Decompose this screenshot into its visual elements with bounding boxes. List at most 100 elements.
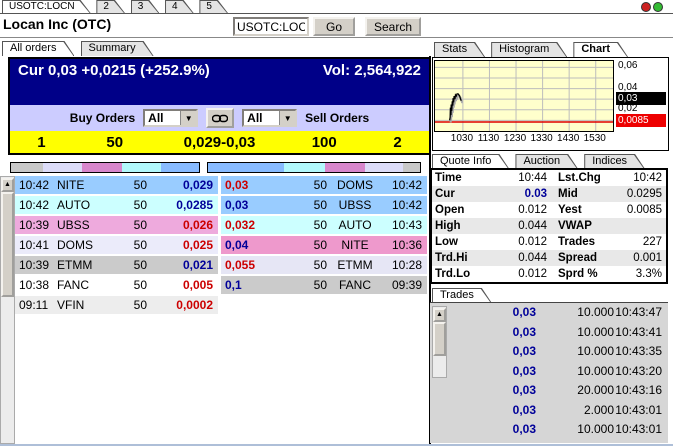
current-price-text: Cur 0,03 +0,0215 (+252.9%) xyxy=(18,62,210,105)
tab-summary[interactable]: Summary xyxy=(81,41,154,56)
bid-row[interactable]: 10:39ETMM500,021 xyxy=(14,256,218,274)
tab-histogram[interactable]: Histogram xyxy=(491,42,567,57)
sell-orders-label: Sell Orders xyxy=(305,111,369,125)
ask-row[interactable]: 0,150FANC09:39 xyxy=(221,276,427,294)
market-maker: DOMS xyxy=(57,236,109,254)
quote-label: Low xyxy=(432,234,485,250)
bid-row[interactable]: 09:11VFIN500,0002 xyxy=(14,296,218,314)
symbol-tab-5[interactable]: 5 xyxy=(199,0,228,13)
trades-list: 0,0310.00010:43:470,0310.00010:43:410,03… xyxy=(430,302,668,443)
scrollbar-thumb[interactable] xyxy=(433,322,446,356)
quote-info-row: Open0.012Yest0.0085 xyxy=(432,202,666,218)
bid-row[interactable]: 10:42AUTO500,0285 xyxy=(14,196,218,214)
quote-info-row: Low0.012Trades227 xyxy=(432,234,666,250)
bid-price: 0,005 xyxy=(161,276,218,294)
ask-row[interactable]: 0,05550ETMM10:28 xyxy=(221,256,427,274)
quote-label: Trd.Hi xyxy=(432,250,485,266)
best-prices: 0,029-0,03 xyxy=(157,134,283,151)
bid-row[interactable]: 10:38FANC500,005 xyxy=(14,276,218,294)
quote-value: 0.012 xyxy=(485,266,555,282)
bid-row[interactable]: 10:42NITE500,029 xyxy=(14,176,218,194)
volume-text: Vol: 2,564,922 xyxy=(323,62,421,105)
ask-time: 10:36 xyxy=(378,236,427,254)
depth-segment xyxy=(43,163,82,172)
bid-time: 10:42 xyxy=(14,196,57,214)
ask-size: 50 xyxy=(277,176,332,194)
trade-time: 10:43:01 xyxy=(614,401,668,421)
tab-indices[interactable]: Indices xyxy=(584,154,645,169)
bid-time: 10:39 xyxy=(14,216,57,234)
bid-price: 0,021 xyxy=(161,256,218,274)
trade-price: 0,03 xyxy=(450,323,536,343)
tab-auction[interactable]: Auction xyxy=(515,154,578,169)
market-maker: UBSS xyxy=(57,216,109,234)
bid-time: 10:41 xyxy=(14,236,57,254)
quote-value: 0.044 xyxy=(485,250,555,266)
symbol-tab-1[interactable]: USOTC:LOCN xyxy=(2,0,91,13)
ask-price: 0,03 xyxy=(221,196,277,214)
ask-row[interactable]: 0,0450NITE10:36 xyxy=(221,236,427,254)
trade-size: 20.000 xyxy=(536,381,614,401)
depth-segment xyxy=(365,163,403,172)
tab-trades[interactable]: Trades xyxy=(432,288,492,303)
trade-price: 0,03 xyxy=(450,342,536,362)
chart-plot-area xyxy=(434,60,614,132)
tab-stats[interactable]: Stats xyxy=(434,42,485,57)
y-tick-label: 0,06 xyxy=(618,60,637,71)
ask-row[interactable]: 0,03250AUTO10:43 xyxy=(221,216,427,234)
quote-value xyxy=(610,218,666,234)
bid-row[interactable]: 10:39UBSS500,026 xyxy=(14,216,218,234)
bid-time: 09:11 xyxy=(14,296,57,314)
chevron-down-icon[interactable]: ▼ xyxy=(279,111,295,125)
sell-depth-bar xyxy=(207,162,421,173)
link-panes-button[interactable] xyxy=(206,108,234,128)
quote-info-table: Time10:44Lst.Chg10:42Cur0.03Mid0.0295Ope… xyxy=(430,168,668,284)
scrollbar-thumb[interactable] xyxy=(1,192,14,297)
ask-time: 10:42 xyxy=(378,176,427,194)
chevron-down-icon[interactable]: ▼ xyxy=(180,111,196,125)
buy-filter-select[interactable]: All ▼ xyxy=(143,109,198,127)
search-button[interactable]: Search xyxy=(365,17,421,36)
buy-orders-label: Buy Orders xyxy=(70,111,135,125)
tab-all-orders[interactable]: All orders xyxy=(2,41,74,56)
book-scrollbar[interactable]: ▲ xyxy=(0,176,15,444)
tab-quote-info[interactable]: Quote Info xyxy=(432,154,509,169)
symbol-tab-4[interactable]: 4 xyxy=(165,0,194,13)
ask-price: 0,055 xyxy=(221,256,277,274)
tab-chart[interactable]: Chart xyxy=(573,42,628,57)
trade-time: 10:43:35 xyxy=(614,342,668,362)
symbol-tab-2[interactable]: 2 xyxy=(96,0,125,13)
current-price-banner: Cur 0,03 +0,0215 (+252.9%) Vol: 2,564,92… xyxy=(10,59,429,105)
go-button[interactable]: Go xyxy=(313,17,355,36)
market-maker: ETMM xyxy=(57,256,109,274)
intraday-chart: 0,060,040,020,030,0085 10301130123013301… xyxy=(432,57,669,151)
buy-depth-bar xyxy=(10,162,200,173)
trades-scrollbar[interactable]: ▲ xyxy=(432,306,447,378)
scroll-up-icon[interactable]: ▲ xyxy=(1,178,14,192)
quote-info-row: Cur0.03Mid0.0295 xyxy=(432,186,666,202)
bid-size: 50 xyxy=(109,176,161,194)
symbol-tab-3[interactable]: 3 xyxy=(131,0,160,13)
trade-time: 10:43:16 xyxy=(614,381,668,401)
ask-total-size: 100 xyxy=(282,134,366,151)
symbol-input[interactable] xyxy=(233,17,309,36)
bid-price: 0,026 xyxy=(161,216,218,234)
market-maker: VFIN xyxy=(57,296,109,314)
ask-row[interactable]: 0,0350UBSS10:42 xyxy=(221,196,427,214)
trade-size: 10.000 xyxy=(536,323,614,343)
depth-segment xyxy=(161,163,199,172)
bid-row[interactable]: 10:41DOMS500,025 xyxy=(14,236,218,254)
chart-y-axis: 0,060,040,020,030,0085 xyxy=(616,60,666,130)
ask-row[interactable]: 0,0350DOMS10:42 xyxy=(221,176,427,194)
ask-time: 10:43 xyxy=(378,216,427,234)
ask-price: 0,03 xyxy=(221,176,277,194)
order-filter-row: Buy Orders All ▼ All ▼ Sell Orders xyxy=(10,105,429,131)
scroll-up-icon[interactable]: ▲ xyxy=(433,308,446,322)
best-bid-ask-row: 1 50 0,029-0,03 100 2 xyxy=(10,131,429,153)
prev-close-label: 0,0085 xyxy=(616,114,666,127)
quote-label: VWAP xyxy=(555,218,610,234)
bid-price: 0,029 xyxy=(161,176,218,194)
bid-time: 10:39 xyxy=(14,256,57,274)
current-price-label: 0,03 xyxy=(616,92,666,105)
sell-filter-select[interactable]: All ▼ xyxy=(242,109,297,127)
